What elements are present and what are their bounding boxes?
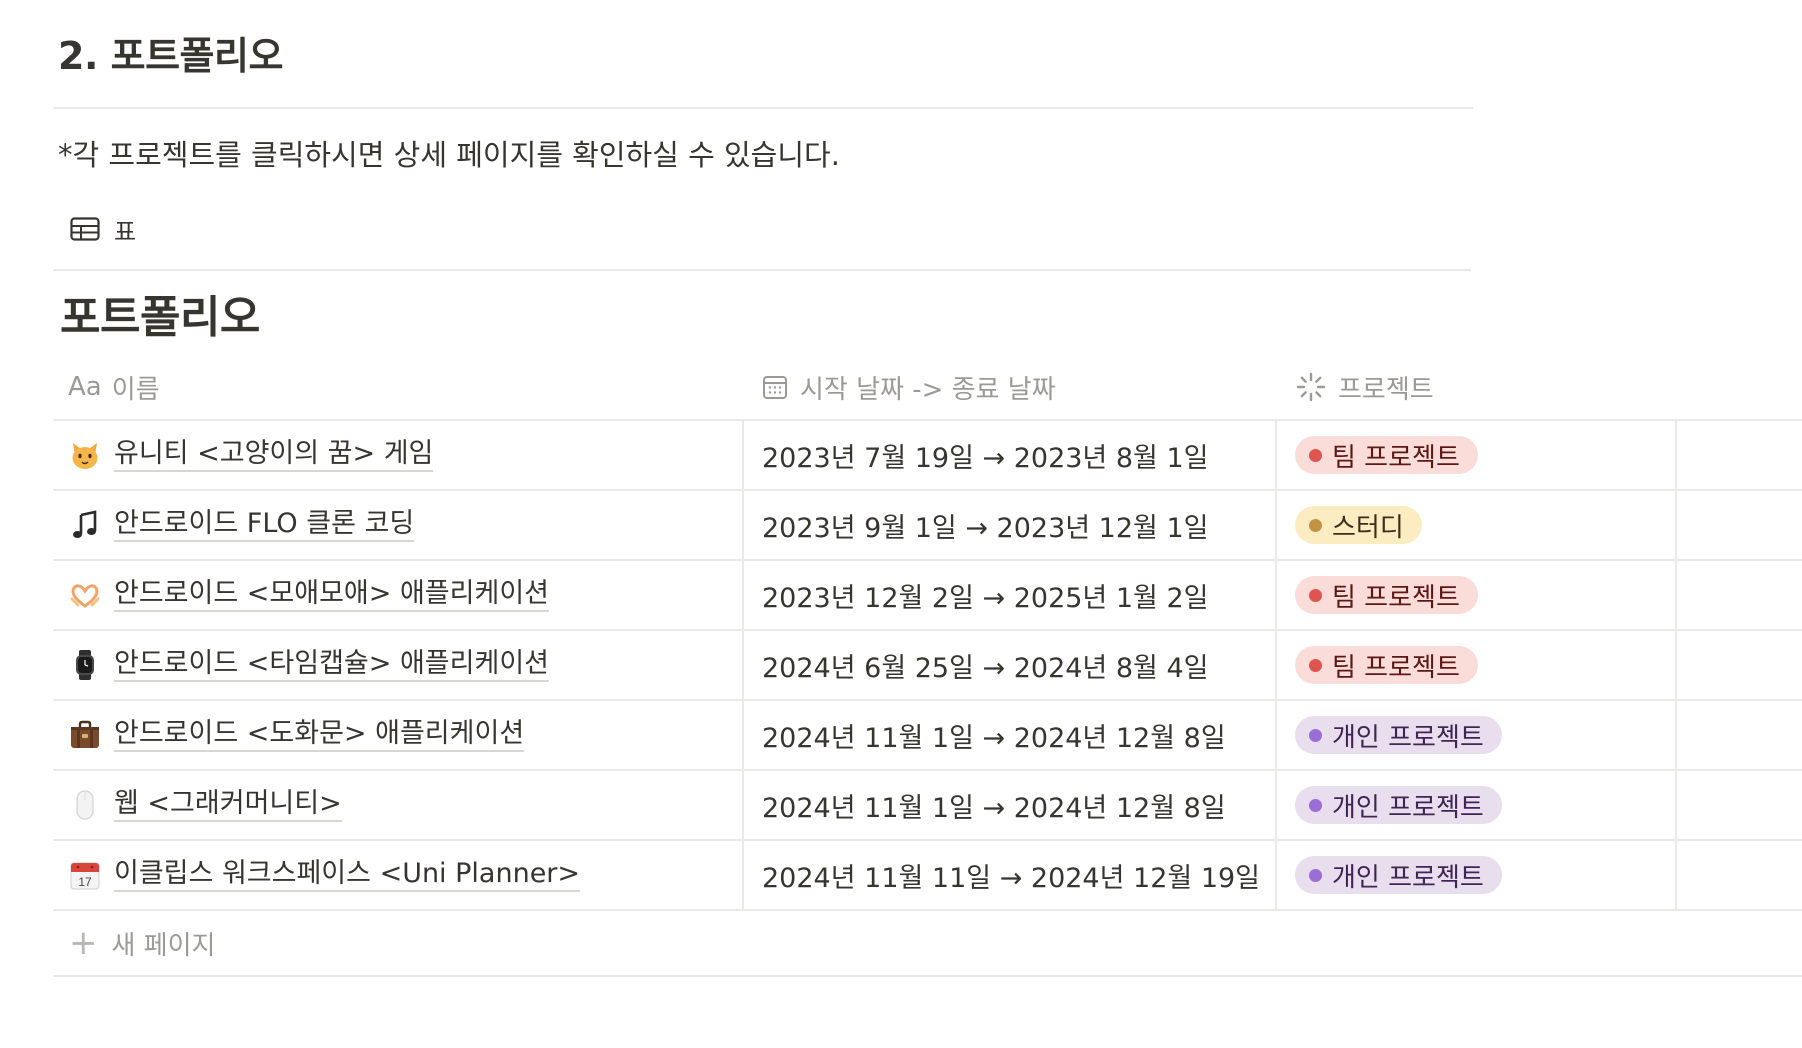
new-page-button[interactable]: + 새 페이지 (53, 911, 1802, 977)
music-note-icon (68, 508, 102, 542)
divider (53, 269, 1471, 271)
smartwatch-icon (68, 648, 102, 682)
table-row[interactable]: 17 이클립스 워크스페이스 <Uni Planner> 2024년 11월 1… (53, 841, 1802, 911)
table-row[interactable]: 웹 <그래커머니티> 2024년 11월 1일 → 2024년 12월 8일 개… (53, 771, 1802, 841)
row-title[interactable]: 안드로이드 <도화문> 애플리케이션 (114, 718, 525, 752)
tag-dot (1309, 728, 1322, 742)
table-row[interactable]: 안드로이드 <타임캡슐> 애플리케이션 2024년 6월 25일 → 2024년… (53, 631, 1802, 701)
tag-label: 개인 프로젝트 (1332, 862, 1484, 893)
name-cell[interactable]: 안드로이드 <모애모애> 애플리케이션 (68, 561, 788, 629)
table-icon (70, 217, 100, 241)
project-cell[interactable]: 개인 프로젝트 (1275, 841, 1675, 909)
project-tag: 개인 프로젝트 (1295, 856, 1502, 894)
column-header-name[interactable]: Aa 이름 (68, 355, 160, 419)
project-cell[interactable]: 팀 프로젝트 (1275, 421, 1675, 489)
column-header-dates[interactable]: 시작 날짜 -> 종료 날짜 (762, 355, 1056, 419)
table-row[interactable]: 안드로이드 FLO 클론 코딩 2023년 9월 1일 → 2023년 12월 … (53, 491, 1802, 561)
tag-dot (1309, 798, 1322, 812)
empty-cell[interactable] (1675, 421, 1802, 489)
name-cell[interactable]: 유니티 <고양이의 꿈> 게임 (68, 421, 788, 489)
row-title[interactable]: 유니티 <고양이의 꿈> 게임 (114, 438, 434, 472)
calendar-icon (762, 374, 800, 400)
empty-cell[interactable] (1675, 771, 1802, 839)
view-tab-table[interactable]: 표 (70, 210, 136, 248)
calendar-17-icon: 17 (68, 858, 102, 892)
divider (53, 107, 1473, 109)
tag-dot (1309, 658, 1322, 672)
row-title[interactable]: 안드로이드 <모애모애> 애플리케이션 (114, 578, 550, 612)
empty-cell[interactable] (1675, 491, 1802, 559)
table-row[interactable]: 안드로이드 <모애모애> 애플리케이션 2023년 12월 2일 → 2025년… (53, 561, 1802, 631)
project-cell[interactable]: 개인 프로젝트 (1275, 771, 1675, 839)
table-row[interactable]: 유니티 <고양이의 꿈> 게임 2023년 7월 19일 → 2023년 8월 … (53, 421, 1802, 491)
tag-dot (1309, 588, 1322, 602)
project-cell[interactable]: 팀 프로젝트 (1275, 561, 1675, 629)
database-table: Aa 이름 시작 날짜 -> 종료 날짜 프로젝트 유니티 <고양이의 꿈> 게… (53, 355, 1802, 977)
name-cell[interactable]: 안드로이드 <타임캡슐> 애플리케이션 (68, 631, 788, 699)
tag-label: 개인 프로젝트 (1332, 722, 1484, 753)
tag-label: 개인 프로젝트 (1332, 792, 1484, 823)
mouse-icon (68, 788, 102, 822)
empty-cell[interactable] (1675, 701, 1802, 769)
project-cell[interactable]: 개인 프로젝트 (1275, 701, 1675, 769)
cat-icon (68, 438, 102, 472)
intro-text: *각 프로젝트를 클릭하시면 상세 페이지를 확인하실 수 있습니다. (58, 138, 840, 172)
table-row[interactable]: 안드로이드 <도화문> 애플리케이션 2024년 11월 1일 → 2024년 … (53, 701, 1802, 771)
column-header-project[interactable]: 프로젝트 (1296, 355, 1434, 419)
tag-label: 팀 프로젝트 (1332, 442, 1460, 473)
name-cell[interactable]: 웹 <그래커머니티> (68, 771, 788, 839)
table-header-row: Aa 이름 시작 날짜 -> 종료 날짜 프로젝트 (53, 355, 1802, 421)
date-range-cell[interactable]: 2023년 9월 1일 → 2023년 12월 1일 (742, 491, 1275, 559)
empty-cell[interactable] (1675, 841, 1802, 909)
notion-page: 2. 포트폴리오 *각 프로젝트를 클릭하시면 상세 페이지를 확인하실 수 있… (0, 0, 1802, 1048)
new-page-label: 새 페이지 (111, 930, 216, 961)
project-tag: 개인 프로젝트 (1295, 786, 1502, 824)
project-cell[interactable]: 스터디 (1275, 491, 1675, 559)
tag-label: 팀 프로젝트 (1332, 652, 1460, 683)
project-cell[interactable]: 팀 프로젝트 (1275, 631, 1675, 699)
column-header-label: 프로젝트 (1338, 374, 1434, 405)
project-tag: 팀 프로젝트 (1295, 576, 1478, 614)
tag-label: 스터디 (1332, 512, 1404, 543)
row-title[interactable]: 안드로이드 FLO 클론 코딩 (114, 508, 415, 542)
plus-icon: + (69, 923, 98, 963)
row-title[interactable]: 웹 <그래커머니티> (114, 788, 342, 822)
database-title[interactable]: 포트폴리오 (60, 289, 260, 347)
project-tag: 개인 프로젝트 (1295, 716, 1502, 754)
date-range-cell[interactable]: 2024년 11월 11일 → 2024년 12월 19일 (742, 841, 1275, 909)
row-title[interactable]: 이클립스 워크스페이스 <Uni Planner> (114, 858, 581, 892)
date-range-cell[interactable]: 2024년 11월 1일 → 2024년 12월 8일 (742, 701, 1275, 769)
empty-cell[interactable] (1675, 561, 1802, 629)
row-title[interactable]: 안드로이드 <타임캡슐> 애플리케이션 (114, 648, 550, 682)
empty-cell[interactable] (1675, 631, 1802, 699)
name-cell[interactable]: 17 이클립스 워크스페이스 <Uni Planner> (68, 841, 788, 909)
date-range-cell[interactable]: 2024년 11월 1일 → 2024년 12월 8일 (742, 771, 1275, 839)
status-spinner-icon (1296, 372, 1338, 402)
view-tab-label: 표 (114, 217, 137, 246)
tag-dot (1309, 868, 1322, 882)
project-tag: 팀 프로젝트 (1295, 436, 1478, 474)
date-range-cell[interactable]: 2023년 12월 2일 → 2025년 1월 2일 (742, 561, 1275, 629)
tag-dot (1309, 448, 1322, 462)
tag-label: 팀 프로젝트 (1332, 582, 1460, 613)
tag-dot (1309, 518, 1322, 532)
section-heading: 2. 포트폴리오 (58, 34, 283, 78)
project-tag: 스터디 (1295, 506, 1422, 544)
name-cell[interactable]: 안드로이드 FLO 클론 코딩 (68, 491, 788, 559)
briefcase-icon (68, 718, 102, 752)
date-range-cell[interactable]: 2024년 6월 25일 → 2024년 8월 4일 (742, 631, 1275, 699)
column-header-label: 이름 (111, 374, 160, 405)
project-tag: 팀 프로젝트 (1295, 646, 1478, 684)
date-range-cell[interactable]: 2023년 7월 19일 → 2023년 8월 1일 (742, 421, 1275, 489)
column-header-label: 시작 날짜 -> 종료 날짜 (800, 374, 1056, 405)
heart-hands-icon (68, 578, 102, 612)
text-type-icon: Aa (68, 372, 102, 402)
name-cell[interactable]: 안드로이드 <도화문> 애플리케이션 (68, 701, 788, 769)
calendar-day-number: 17 (78, 875, 92, 889)
